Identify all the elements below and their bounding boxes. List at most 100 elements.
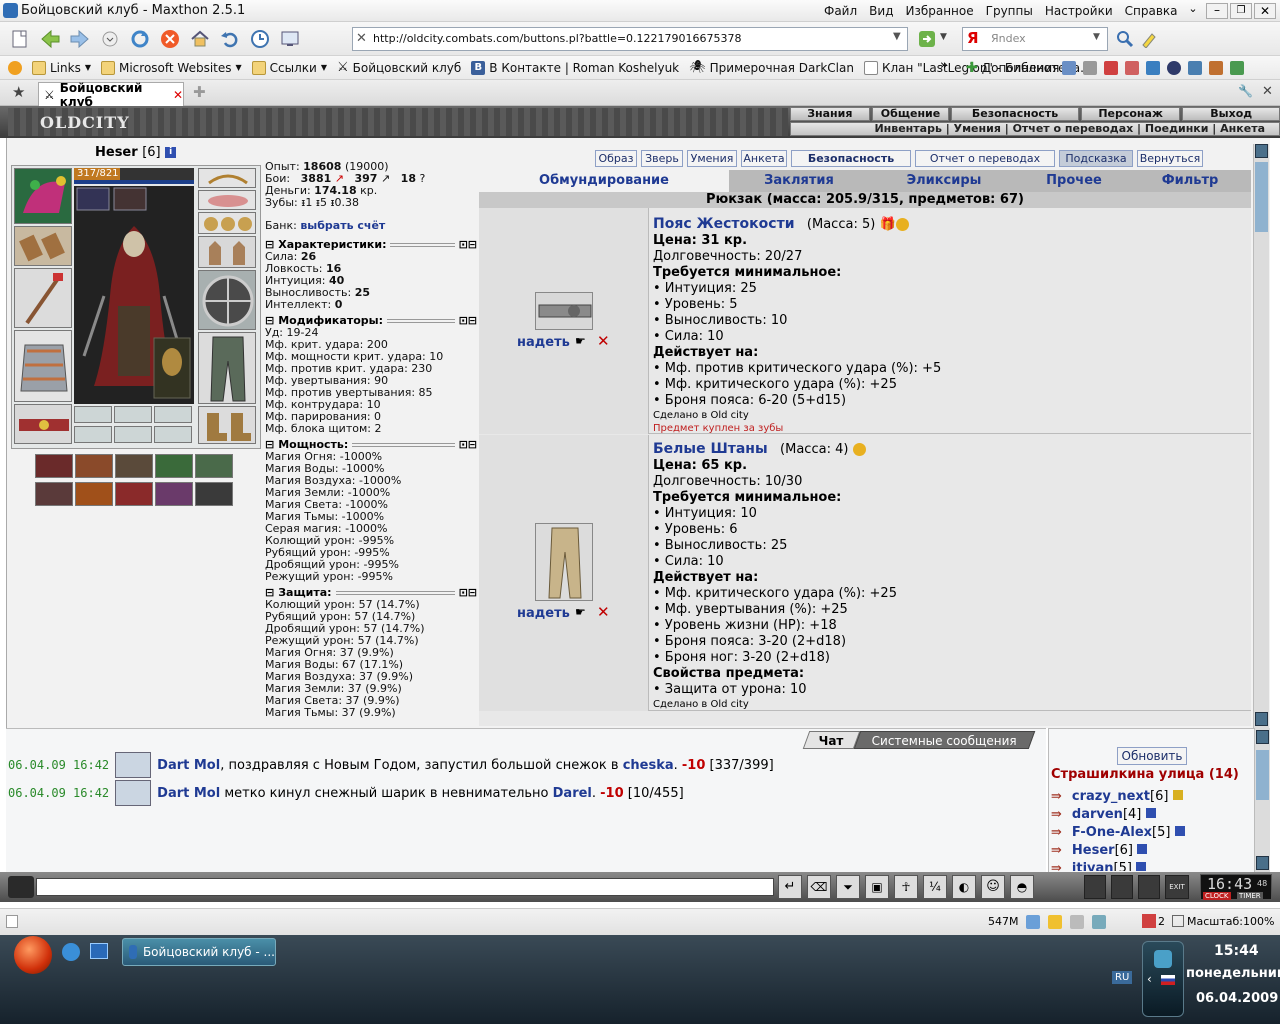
menu-help[interactable]: Справка (1119, 0, 1184, 22)
info-icon[interactable] (1145, 807, 1156, 818)
spell-slot[interactable] (75, 482, 113, 506)
tab-system[interactable]: Системные сообщения (853, 731, 1035, 749)
send-icon[interactable]: ↵ (778, 875, 802, 899)
chevron-down-icon[interactable]: ⌄ (1186, 2, 1200, 18)
info-icon[interactable] (1174, 825, 1185, 836)
download-icon[interactable] (1026, 915, 1040, 929)
bank-link[interactable]: выбрать счёт (300, 219, 385, 232)
attack-icon[interactable]: ⇛ (1051, 843, 1062, 858)
home-icon[interactable] (188, 27, 212, 51)
menu-groups[interactable]: Группы (980, 0, 1039, 22)
search-box[interactable]: Я Яndex ▼ (962, 27, 1108, 51)
shield-slot[interactable] (198, 270, 256, 330)
wrench-icon[interactable]: 🔧 (1238, 84, 1253, 98)
language-indicator[interactable]: RU (1112, 971, 1133, 984)
item-name[interactable]: Белые Штаны (653, 441, 768, 457)
compass-icon[interactable] (1167, 61, 1181, 75)
nav-image-button[interactable]: Образ (595, 150, 637, 167)
menu-exit[interactable]: Выход (1182, 107, 1280, 121)
menu-view[interactable]: Вид (863, 0, 899, 22)
info-icon[interactable] (1136, 861, 1147, 871)
eraser-icon[interactable]: ⌫ (807, 875, 831, 899)
arrows-icon[interactable]: ⊡⊟ (459, 314, 477, 327)
scroll-down-icon[interactable] (1255, 712, 1268, 726)
spell-slot[interactable] (195, 454, 233, 478)
bracers-slot[interactable] (14, 226, 72, 266)
sidebar-gadget[interactable]: ‹ (1142, 941, 1184, 1017)
nav-pet-button[interactable]: Зверь (641, 150, 683, 167)
person-name[interactable]: darven (1072, 807, 1123, 822)
block-icon[interactable] (1125, 61, 1139, 75)
spell-slot[interactable] (75, 454, 113, 478)
person-row[interactable]: ⇛ darven[4] (1051, 805, 1251, 823)
close-tab-icon[interactable]: ✕ (173, 88, 183, 102)
pocket-slot[interactable] (74, 426, 112, 443)
rings-slot[interactable] (198, 212, 256, 234)
desktop-icon[interactable] (90, 943, 108, 959)
clock-icon[interactable] (248, 27, 272, 51)
chevron-down-icon[interactable]: ▼ (893, 31, 901, 42)
spell-slot[interactable] (35, 482, 73, 506)
people-icon[interactable] (1111, 875, 1133, 899)
pocket-slot[interactable] (74, 406, 112, 423)
search-icon[interactable] (1116, 30, 1134, 51)
nav-back-button[interactable]: Вернуться (1137, 150, 1203, 167)
person-name[interactable]: F-One-Alex (1072, 825, 1152, 840)
item-name[interactable]: Пояс Жестокости (653, 216, 795, 232)
minimize-button[interactable]: – (1206, 3, 1228, 19)
info-icon[interactable] (1137, 843, 1148, 854)
refresh-icon[interactable] (128, 27, 152, 51)
tab-equipment[interactable]: Обмундирование (479, 170, 729, 192)
pocket-slot[interactable] (114, 426, 152, 443)
person-row[interactable]: ⇛ F-One-Alex[5] (1051, 823, 1251, 841)
highlight-icon[interactable] (1140, 30, 1158, 51)
tab-filter[interactable]: Фильтр (1129, 170, 1251, 192)
menu-favorites[interactable]: Избранное (899, 0, 979, 22)
person-row[interactable]: ⇛ crazy_next[6] (1051, 787, 1251, 805)
walk-icon[interactable]: ☥ (894, 875, 918, 899)
boots-slot[interactable] (198, 406, 256, 444)
hand-icon[interactable]: ☛ (575, 334, 586, 348)
bottle-icon[interactable] (1084, 875, 1106, 899)
earring-slot[interactable] (198, 190, 256, 210)
info-icon[interactable]: i (165, 147, 177, 158)
tab-combats[interactable]: ⚔ Бойцовский клуб ✕ (38, 81, 184, 109)
delete-icon[interactable]: ✕ (597, 603, 610, 621)
nav-transfers-button[interactable]: Отчет о переводах (915, 150, 1055, 167)
tab-other[interactable]: Прочее (1019, 170, 1129, 192)
person-row[interactable]: ⇛ Heser[6] (1051, 841, 1251, 859)
attack-icon[interactable]: ⇛ (1051, 861, 1062, 872)
undo-icon[interactable] (218, 27, 242, 51)
maximize-button[interactable]: ❐ (1230, 3, 1252, 19)
resize-icon[interactable] (1146, 61, 1160, 75)
tab-elixirs[interactable]: Эликсиры (869, 170, 1019, 192)
person-row[interactable]: ⇛ itiyan[5] (1051, 859, 1251, 871)
favorites-heart-icon[interactable] (8, 56, 22, 80)
delete-icon[interactable]: ✕ (597, 332, 610, 350)
message-target[interactable]: cheska (623, 758, 674, 773)
attack-icon[interactable]: ⇛ (1051, 807, 1062, 822)
message-author[interactable]: Dart Mol (157, 786, 220, 801)
new-tab-icon[interactable]: ✚ (193, 83, 206, 101)
translate-icon[interactable] (1188, 61, 1202, 75)
attack-icon[interactable]: ⇛ (1051, 825, 1062, 840)
scroll-down-icon[interactable] (1256, 856, 1269, 870)
menu-communication[interactable]: Общение (871, 107, 950, 121)
addons-button[interactable]: ✚ Дополнения (966, 56, 1059, 80)
info-icon[interactable] (1172, 789, 1183, 800)
person-name[interactable]: itiyan (1072, 861, 1114, 872)
spell-slot[interactable] (35, 454, 73, 478)
start-button[interactable] (14, 936, 52, 974)
armor-slot[interactable] (14, 330, 72, 402)
save-icon[interactable]: ▣ (865, 875, 889, 899)
lightning-icon[interactable] (1048, 915, 1062, 929)
people-scrollbar[interactable] (1254, 728, 1270, 872)
zoom-level[interactable]: Масштаб:100% (1187, 909, 1274, 935)
person-name[interactable]: Heser (1072, 843, 1115, 858)
history-dropdown-icon[interactable] (98, 27, 122, 51)
nav-profile-button[interactable]: Анкета (741, 150, 787, 167)
menu-file[interactable]: Файл (818, 0, 863, 22)
message-author[interactable]: Dart Mol (157, 758, 220, 773)
fav-links[interactable]: Links ▼ (32, 56, 91, 80)
nav-skills-button[interactable]: Умения (687, 150, 737, 167)
